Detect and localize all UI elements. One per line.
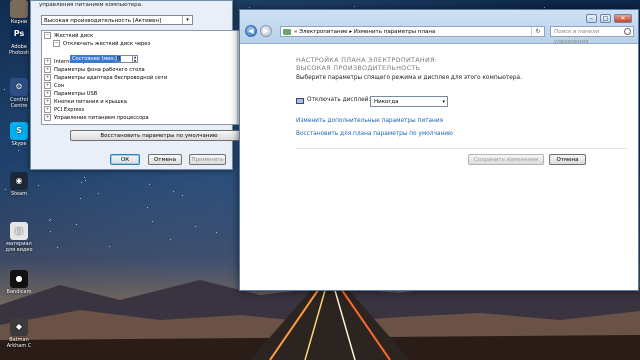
advanced-settings-link[interactable]: Изменить дополнительные параметры питани… [296, 118, 443, 124]
state-min-label: Состояние (мин.): [70, 55, 121, 63]
apply-button[interactable]: Применить [189, 154, 226, 165]
search-icon [624, 28, 631, 35]
tree-row-label: Сон [54, 83, 65, 89]
minimize-button[interactable]: – [586, 14, 597, 23]
desktop-icon[interactable]: ◉ Steam [2, 172, 36, 197]
monitor-icon [296, 98, 304, 104]
display-off-dropdown[interactable]: Никогда ▾ [370, 96, 448, 107]
app-icon: ◉ [10, 172, 28, 190]
tree-row[interactable]: + Параметры USB [44, 90, 97, 98]
power-settings-tree[interactable]: − Жесткий диск − Отключать жесткий диск чер… [41, 30, 246, 125]
refresh-icon[interactable]: ↻ [531, 27, 544, 36]
ok-button[interactable]: ОК [110, 154, 140, 165]
app-icon: Ps [10, 25, 28, 43]
app-icon: ◆ [10, 318, 28, 336]
tree-row-label: Параметры адаптера беспроводной сети [54, 75, 168, 81]
address-bar[interactable]: « Электропитание ▸ Изменить параметры пл… [280, 26, 545, 37]
collapse-icon[interactable]: − [53, 40, 60, 47]
maximize-button[interactable]: □ [600, 14, 611, 23]
back-arrow-icon[interactable]: ◀ [245, 25, 257, 37]
app-icon: ▤ [10, 222, 28, 240]
tree-row[interactable]: + Сон [44, 82, 64, 90]
expand-icon[interactable]: + [44, 82, 51, 89]
collapse-icon[interactable]: − [44, 32, 51, 39]
app-icon: ⚙ [10, 78, 28, 96]
desktop-icon[interactable]: ▤ материал для видео [2, 222, 36, 253]
expand-icon[interactable]: + [44, 114, 51, 121]
dialog-header-text: управления питанием компьютера. [39, 2, 143, 8]
search-placeholder: Поиск в панели управления [554, 29, 600, 45]
window-toolbar: – □ ✕ ◀ ▶ « Электропитание ▸ Изменить па… [240, 10, 638, 45]
forward-arrow-icon[interactable]: ▶ [260, 25, 272, 37]
tree-row[interactable]: + Кнопки питания и крышка [44, 98, 127, 106]
app-icon [10, 0, 28, 18]
tree-row-label: PCI Express [54, 107, 85, 113]
display-off-value: Никогда [374, 99, 399, 105]
tree-row[interactable]: + Параметры адаптера беспроводной сети [44, 74, 167, 82]
state-min-input[interactable]: 0 [115, 55, 133, 63]
display-off-label: Отключать дисплей: [307, 97, 371, 103]
restore-plan-defaults-link[interactable]: Восстановить для плана параметры по умол… [296, 131, 453, 137]
plan-dropdown-value: Высокая производительность [Активен] [44, 18, 162, 24]
breadcrumb: « Электропитание ▸ Изменить параметры пл… [294, 29, 436, 35]
state-min-spinner[interactable]: ▲ ▼ [133, 55, 138, 63]
plan-dropdown[interactable]: Высокая производительность [Активен] ▾ [41, 15, 193, 25]
tree-row[interactable]: + Управление питанием процессора [44, 114, 149, 122]
app-icon: ● [10, 270, 28, 288]
page-subtitle: Выберите параметры спящего режима и дисп… [296, 75, 522, 81]
tree-row[interactable]: + Параметры фона рабочего стола [44, 66, 145, 74]
tree-row[interactable]: − Отключать жесткий диск через [53, 40, 150, 48]
power-options-dialog: управления питанием компьютера. Высокая … [30, 0, 248, 170]
chevron-down-icon: ▾ [182, 16, 192, 24]
tree-row[interactable]: − Жесткий диск [44, 32, 93, 40]
page-title: Настройка плана электропитания: Высокая … [296, 56, 438, 72]
tree-row-label: Жесткий диск [54, 33, 94, 39]
expand-icon[interactable]: + [44, 58, 51, 65]
control-panel-icon [283, 29, 291, 35]
edit-plan-window: – □ ✕ ◀ ▶ « Электропитание ▸ Изменить па… [239, 9, 639, 291]
tree-row-label: Параметры USB [54, 91, 98, 97]
tree-row-label: Параметры фона рабочего стола [54, 67, 145, 73]
cancel-button[interactable]: Отмена [549, 154, 586, 165]
app-icon: S [10, 122, 28, 140]
expand-icon[interactable]: + [44, 98, 51, 105]
expand-icon[interactable]: + [44, 90, 51, 97]
restore-defaults-button[interactable]: Восстановить параметры по умолчанию [70, 130, 248, 141]
desktop-icon[interactable]: ◆ Batman Arkham C [2, 318, 36, 349]
desktop-icon-label: Bandicam [6, 289, 32, 295]
desktop-icon-label: Steam [10, 191, 28, 197]
tree-row-label: Отключать жесткий диск через [63, 41, 151, 47]
tree-row-label: Управление питанием процессора [54, 115, 149, 121]
chevron-down-icon: ▾ [442, 99, 445, 105]
tree-row-label: Кнопки питания и крышка [54, 99, 127, 105]
expand-icon[interactable]: + [44, 106, 51, 113]
cancel-button[interactable]: Отмена [148, 154, 182, 165]
expand-icon[interactable]: + [44, 74, 51, 81]
light-trail-road [250, 280, 410, 360]
desktop-icon-label: материал для видео [5, 241, 33, 253]
tree-row[interactable]: + PCI Express [44, 106, 84, 114]
desktop-icon-label: Batman Arkham C [6, 337, 32, 349]
desktop-icon[interactable]: ● Bandicam [2, 270, 36, 295]
save-changes-button[interactable]: Сохранить изменения [468, 154, 544, 165]
search-input[interactable]: Поиск в панели управления [550, 26, 634, 45]
close-button[interactable]: ✕ [614, 14, 632, 23]
divider [296, 148, 628, 149]
expand-icon[interactable]: + [44, 66, 51, 73]
